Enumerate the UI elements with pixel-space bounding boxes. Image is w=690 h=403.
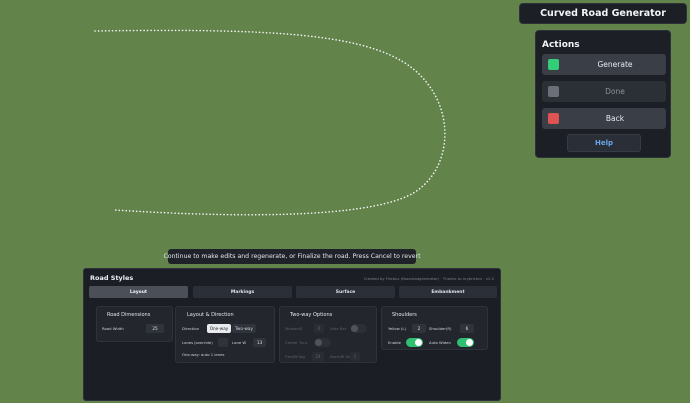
credit-text: Created by Firebus (fbooroadgenerator) ·… — [363, 276, 494, 281]
back-lanes-input[interactable]: 1 — [350, 352, 360, 361]
direction-two-way-option[interactable]: Two-way — [232, 324, 256, 333]
status-hint: Continue to make edits and regenerate, o… — [163, 249, 421, 264]
direction-label: Direction — [182, 326, 200, 331]
shoulders-title: Shoulders — [392, 312, 417, 318]
median-label: Median/E — [285, 326, 303, 331]
yellow-left-label: Yellow (L) — [388, 326, 406, 331]
help-button[interactable]: Help — [567, 134, 641, 152]
back-color-swatch — [548, 113, 559, 124]
lanes-input[interactable] — [218, 338, 228, 347]
generate-button-label: Generate — [597, 60, 633, 69]
two-way-options-card: Two-way Options Median/E 0 Hide flat Cen… — [279, 306, 377, 363]
back-button[interactable]: Back — [542, 108, 666, 129]
back-button-label: Back — [605, 114, 625, 123]
actions-panel: Actions Generate Done Back Help — [535, 30, 671, 158]
center-turn-label: Center Turn — [285, 340, 308, 345]
road-width-label: Road Width — [102, 326, 124, 331]
forward-lanes-input[interactable]: 24 — [312, 352, 324, 361]
generate-button[interactable]: Generate — [542, 54, 666, 75]
tab-layout[interactable]: Layout — [89, 286, 188, 298]
road-width-input[interactable]: 25 — [146, 324, 164, 333]
yellow-left-input[interactable]: 2 — [412, 324, 426, 333]
median-input[interactable]: 0 — [314, 324, 324, 333]
window-title: Curved Road Generator — [519, 3, 687, 24]
tab-markings[interactable]: Markings — [193, 286, 292, 298]
road-styles-title: Road Styles — [90, 274, 134, 282]
done-button-label: Done — [605, 87, 625, 96]
shoulder-right-input[interactable]: 6 — [460, 324, 474, 333]
back-lanes-label: Back/W lbl — [330, 354, 350, 359]
hide-flat-label: Hide flat — [330, 326, 347, 331]
lane-width-input[interactable]: 13 — [253, 338, 266, 347]
layout-direction-card: Layout & Direction Direction One-way Two… — [175, 306, 275, 363]
lanes-summary: One-way: auto 1 lanes — [182, 352, 225, 357]
road-styles-panel: Road Styles Created by Firebus (fbooroad… — [83, 268, 501, 401]
tab-embankment[interactable]: Embankment — [399, 286, 497, 298]
actions-heading: Actions — [542, 40, 580, 50]
lanes-label: Lanes — [182, 340, 194, 345]
direction-one-way-option[interactable]: One-way — [207, 324, 231, 333]
layout-direction-title: Layout & Direction — [187, 312, 234, 318]
done-button[interactable]: Done — [542, 81, 666, 102]
shoulder-right-label: Shoulder(R) — [429, 326, 452, 331]
two-way-options-title: Two-way Options — [290, 312, 333, 318]
hide-flat-toggle[interactable] — [350, 324, 367, 333]
road-styles-tabs: Layout Markings Surface Embankment — [89, 286, 497, 298]
forward-lanes-label: Fwd/W lbg — [285, 354, 305, 359]
center-turn-toggle[interactable] — [314, 338, 331, 347]
auto-widen-toggle[interactable] — [457, 338, 474, 347]
lanes-override-label: (override) — [194, 340, 213, 345]
enable-toggle[interactable] — [406, 338, 423, 347]
generate-color-swatch — [548, 59, 559, 70]
auto-widen-label: Auto Widen — [429, 340, 451, 345]
tab-surface[interactable]: Surface — [296, 286, 395, 298]
shoulders-card: Shoulders Yellow (L) 2 Shoulder(R) 6 Ena… — [381, 306, 488, 350]
done-color-swatch — [548, 86, 559, 97]
road-dimensions-card: Road Dimensions Road Width 25 — [96, 306, 173, 342]
road-dimensions-title: Road Dimensions — [107, 312, 151, 318]
enable-label: Enable — [388, 340, 401, 345]
lane-width-label: Lane W — [232, 340, 247, 345]
